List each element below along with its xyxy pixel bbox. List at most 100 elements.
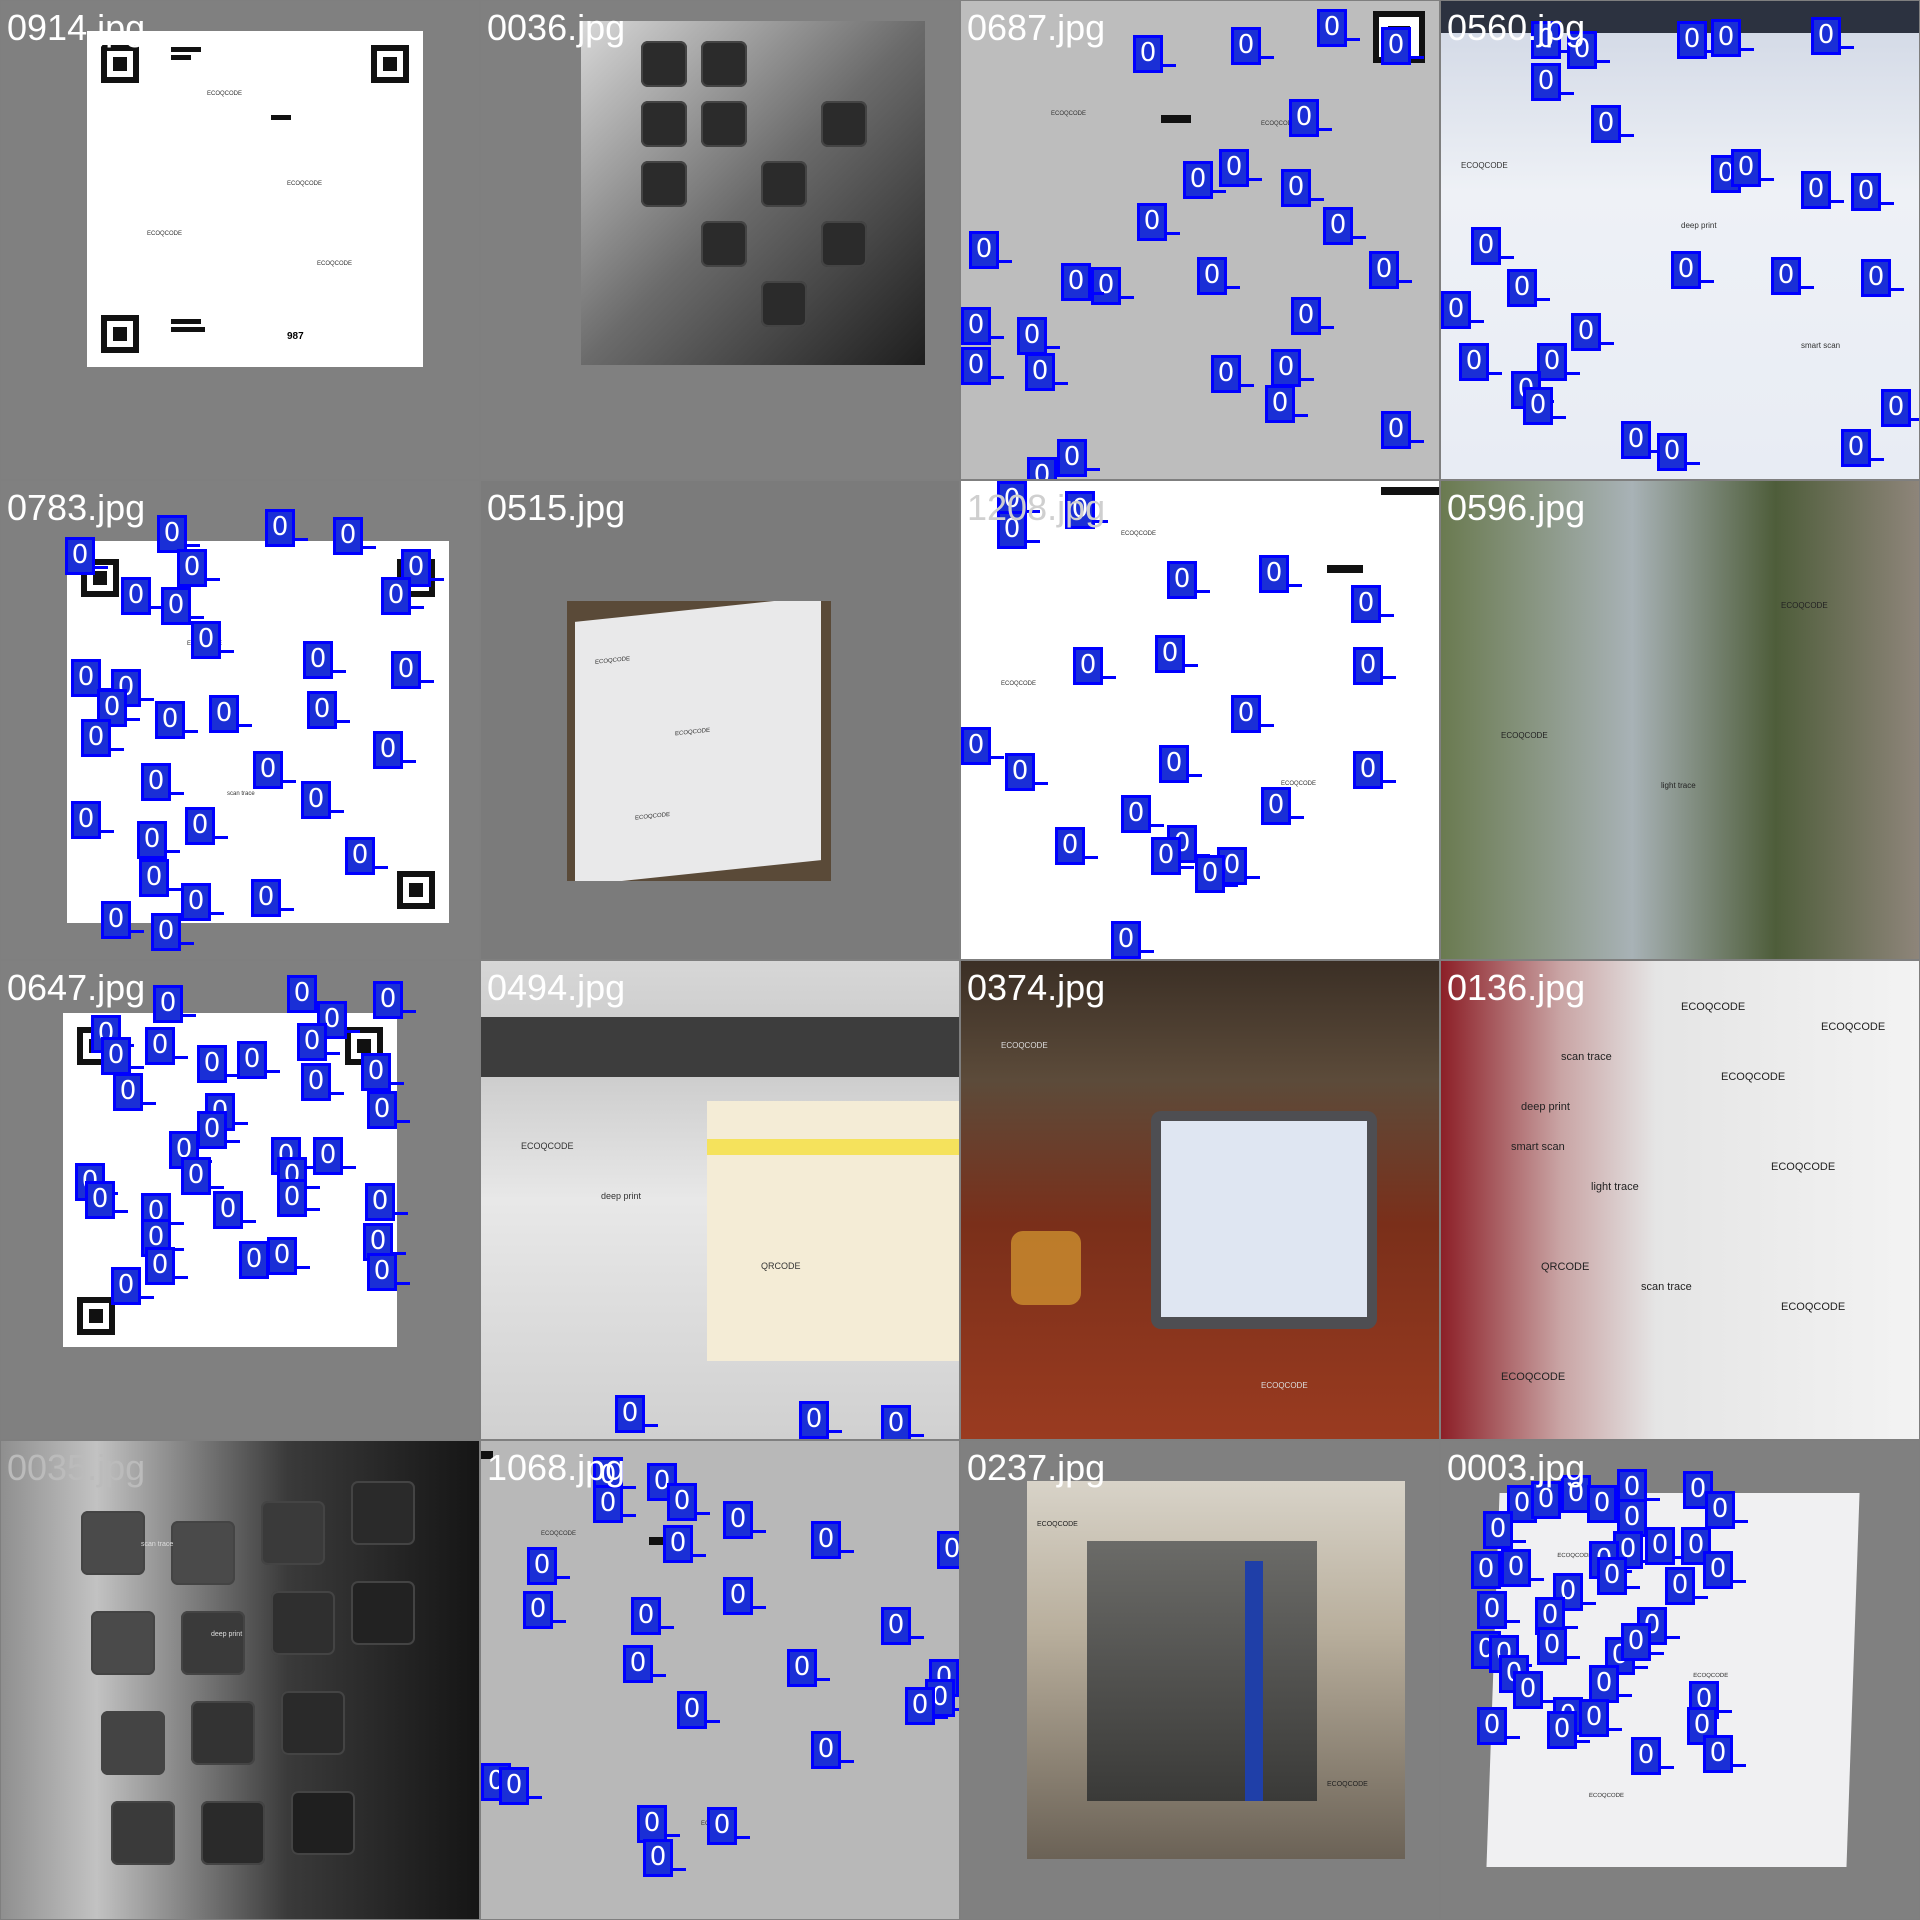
detection-box[interactable]: 0 xyxy=(213,1191,256,1229)
detection-box[interactable]: 0 xyxy=(1369,251,1412,289)
detection-box[interactable]: 0 xyxy=(905,1687,948,1725)
detection-box[interactable]: 0 xyxy=(1711,19,1754,57)
detection-box[interactable]: 0 xyxy=(139,859,182,897)
detection-box[interactable]: 0 xyxy=(677,1691,720,1729)
detection-box[interactable]: 0 xyxy=(1537,1627,1580,1665)
detection-box[interactable]: 0 xyxy=(523,1591,566,1629)
detection-box[interactable]: 0 xyxy=(303,641,346,679)
detection-box[interactable]: 0 xyxy=(623,1645,666,1683)
detection-box[interactable]: 0 xyxy=(361,1053,404,1091)
detection-box[interactable]: 0 xyxy=(1151,837,1194,875)
detection-box[interactable]: 0 xyxy=(1547,1711,1590,1749)
detection-box[interactable]: 0 xyxy=(237,1041,280,1079)
detection-box[interactable]: 0 xyxy=(1219,149,1262,187)
detection-box[interactable]: 0 xyxy=(1381,411,1424,449)
detection-box[interactable]: 0 xyxy=(723,1577,766,1615)
detection-box[interactable]: 0 xyxy=(1167,561,1210,599)
tile-1068[interactable]: 1068.jpg ECOQCODE ECOQCODE 0 0 0 0 0 0 0… xyxy=(481,1441,959,1919)
detection-box[interactable]: 0 xyxy=(811,1521,854,1559)
detection-box[interactable]: 0 xyxy=(1261,787,1304,825)
detection-box[interactable]: 0 xyxy=(1477,1707,1520,1745)
detection-box[interactable]: 0 xyxy=(185,807,228,845)
detection-box[interactable]: 0 xyxy=(961,347,1004,385)
detection-box[interactable]: 0 xyxy=(1471,1551,1514,1589)
detection-box[interactable]: 0 xyxy=(1183,161,1226,199)
detection-box[interactable]: 0 xyxy=(1133,35,1176,73)
detection-box[interactable]: 0 xyxy=(157,515,200,553)
detection-box[interactable]: 0 xyxy=(527,1547,570,1585)
detection-box[interactable]: 0 xyxy=(277,1179,320,1217)
tile-0596[interactable]: ECOQCODE ECOQCODE light trace 0596.jpg xyxy=(1441,481,1919,959)
detection-box[interactable]: 0 xyxy=(297,1023,340,1061)
tile-0647[interactable]: 0647.jpg 0 0 0 0 0 0 0 0 0 0 0 0 0 0 0 0… xyxy=(1,961,479,1439)
detection-box[interactable]: 0 xyxy=(631,1597,674,1635)
tile-1208[interactable]: 1208.jpg ECOQCODE ECOQCODE ECOQCODE 0 0 … xyxy=(961,481,1439,959)
detection-box[interactable]: 0 xyxy=(1645,1527,1688,1565)
detection-box[interactable]: 0 xyxy=(391,651,434,689)
detection-box[interactable]: 0 xyxy=(1159,745,1202,783)
tile-0783[interactable]: 0783.jpg ECOQCODE scan trace 0 0 0 0 0 0… xyxy=(1,481,479,959)
detection-box[interactable]: 0 xyxy=(1665,1567,1708,1605)
detection-box[interactable]: 0 xyxy=(1579,1699,1622,1737)
detection-box[interactable]: 0 xyxy=(313,1137,356,1175)
detection-box[interactable]: 0 xyxy=(1381,27,1424,65)
detection-box[interactable]: 0 xyxy=(723,1501,766,1539)
tile-0003[interactable]: 0003.jpg ECOQCODE ECOQCODE ECOQCODE 0 0 … xyxy=(1441,1441,1919,1919)
detection-box[interactable]: 0 xyxy=(85,1181,128,1219)
tile-0687[interactable]: 0687.jpg ECOQCODE ECOQCODE 0 0 0 0 0 0 0… xyxy=(961,1,1439,479)
detection-box[interactable]: 0 xyxy=(381,577,424,615)
detection-box[interactable]: 0 xyxy=(307,691,350,729)
detection-box[interactable]: 0 xyxy=(145,1027,188,1065)
detection-box[interactable]: 0 xyxy=(499,1767,542,1805)
detection-box[interactable]: 0 xyxy=(1195,855,1238,893)
detection-box[interactable]: 0 xyxy=(1091,267,1134,305)
detection-box[interactable]: 0 xyxy=(1731,149,1774,187)
detection-box[interactable]: 0 xyxy=(181,883,224,921)
detection-box[interactable]: 0 xyxy=(1589,1665,1632,1703)
detection-box[interactable]: 0 xyxy=(1057,439,1100,477)
detection-box[interactable]: 0 xyxy=(1507,269,1550,307)
detection-box[interactable]: 0 xyxy=(1137,203,1180,241)
detection-box[interactable]: 0 xyxy=(1265,385,1308,423)
detection-box[interactable]: 0 xyxy=(265,509,308,547)
detection-box[interactable]: 0 xyxy=(373,731,416,769)
tile-0136[interactable]: ECOQCODE ECOQCODE scan trace ECOQCODE de… xyxy=(1441,961,1919,1439)
detection-box[interactable]: 0 xyxy=(1353,751,1396,789)
detection-box[interactable]: 0 xyxy=(1677,21,1720,59)
detection-box[interactable]: 0 xyxy=(191,621,234,659)
detection-box[interactable]: 0 xyxy=(1471,227,1514,265)
detection-box[interactable]: 0 xyxy=(969,231,1012,269)
detection-box[interactable]: 0 xyxy=(1591,105,1634,143)
detection-box[interactable]: 0 xyxy=(1571,313,1614,351)
detection-box[interactable]: 0 xyxy=(1005,753,1048,791)
detection-box[interactable]: 0 xyxy=(1231,27,1274,65)
detection-box[interactable]: 0 xyxy=(113,1073,156,1111)
detection-box[interactable]: 0 xyxy=(1513,1671,1556,1709)
detection-box[interactable]: 0 xyxy=(799,1401,842,1439)
tile-0494[interactable]: ECOQCODE deep print QRCODE 0494.jpg 0 0 … xyxy=(481,961,959,1439)
detection-box[interactable]: 0 xyxy=(1017,317,1060,355)
detection-box[interactable]: 0 xyxy=(141,763,184,801)
detection-box[interactable]: 0 xyxy=(177,549,220,587)
detection-box[interactable]: 0 xyxy=(301,1063,344,1101)
detection-box[interactable]: 0 xyxy=(1291,297,1334,335)
detection-box[interactable]: 0 xyxy=(373,981,416,1019)
detection-box[interactable]: 0 xyxy=(1055,827,1098,865)
detection-box[interactable]: 0 xyxy=(81,719,124,757)
detection-box[interactable]: 0 xyxy=(1271,349,1314,387)
detection-box[interactable]: 0 xyxy=(1483,1511,1526,1549)
tile-0515[interactable]: 0515.jpg ECOQCODE ECOQCODE ECOQCODE xyxy=(481,481,959,959)
detection-box[interactable]: 0 xyxy=(71,801,114,839)
detection-box[interactable]: 0 xyxy=(707,1807,750,1845)
detection-box[interactable]: 0 xyxy=(961,727,1004,765)
detection-box[interactable]: 0 xyxy=(1155,635,1198,673)
detection-box[interactable]: 0 xyxy=(367,1253,410,1291)
detection-box[interactable]: 0 xyxy=(301,781,344,819)
detection-box[interactable]: 0 xyxy=(593,1485,636,1523)
detection-box[interactable]: 0 xyxy=(1621,421,1664,459)
detection-box[interactable]: 0 xyxy=(1657,433,1700,471)
tile-0035[interactable]: scan trace deep print 0035.jpg xyxy=(1,1441,479,1919)
detection-box[interactable]: 0 xyxy=(937,1531,959,1569)
detection-box[interactable]: 0 xyxy=(65,537,108,575)
detection-box[interactable]: 0 xyxy=(1841,429,1884,467)
